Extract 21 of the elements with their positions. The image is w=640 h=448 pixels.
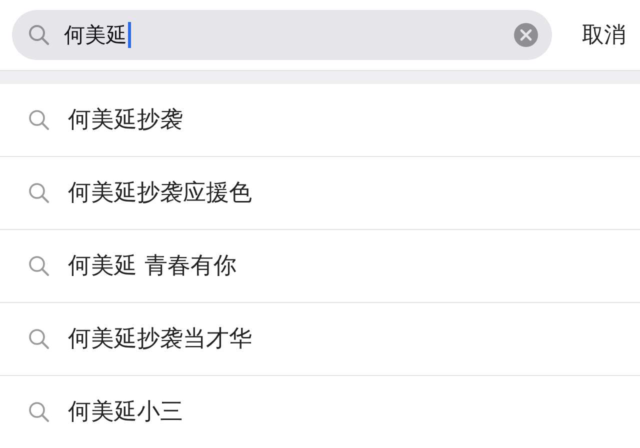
suggestion-item[interactable]: 何美延 青春有你 (0, 230, 640, 303)
suggestion-text: 何美延抄袭当才华 (68, 324, 252, 354)
suggestion-item[interactable]: 何美延抄袭应援色 (0, 157, 640, 230)
search-icon (28, 109, 50, 131)
search-icon (28, 328, 50, 350)
search-icon (28, 401, 50, 423)
clear-icon (514, 23, 538, 47)
search-field[interactable]: 何美延 (12, 10, 552, 60)
clear-button[interactable] (514, 23, 538, 47)
search-icon (28, 24, 50, 46)
cancel-button[interactable]: 取消 (582, 18, 626, 52)
text-cursor (128, 22, 131, 48)
suggestion-text: 何美延小三 (68, 398, 183, 427)
suggestion-text: 何美延抄袭 (68, 106, 183, 135)
suggestion-text: 何美延抄袭应援色 (68, 178, 252, 208)
suggestion-item[interactable]: 何美延小三 (0, 376, 640, 448)
suggestion-item[interactable]: 何美延抄袭当才华 (0, 303, 640, 376)
search-icon (28, 182, 50, 204)
suggestion-text: 何美延 青春有你 (68, 252, 236, 281)
suggestion-item[interactable]: 何美延抄袭 (0, 84, 640, 157)
search-icon (28, 255, 50, 277)
